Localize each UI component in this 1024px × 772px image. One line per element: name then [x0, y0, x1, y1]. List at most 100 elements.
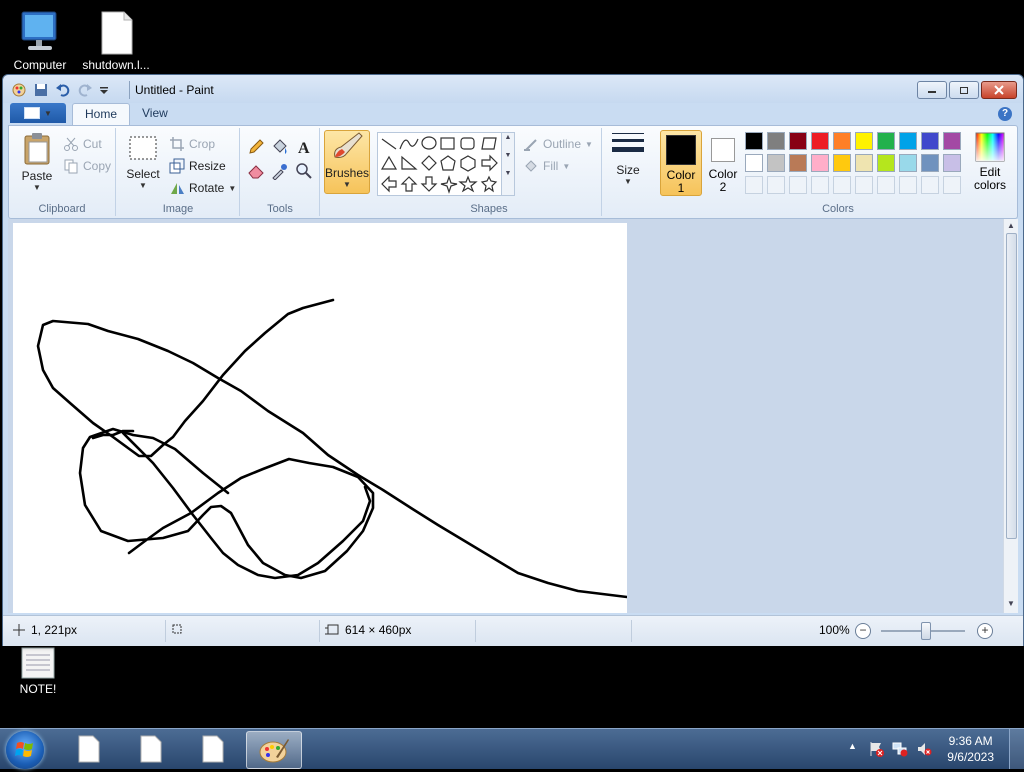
shapes-gallery-scroll[interactable]: ▲ ▼ ▼ — [501, 132, 515, 196]
palette-color[interactable] — [833, 154, 851, 172]
palette-color[interactable] — [899, 154, 917, 172]
action-center-flag-icon[interactable] — [868, 741, 884, 757]
canvas-workspace[interactable] — [8, 219, 1003, 613]
size-button[interactable]: Size ▼ — [607, 130, 649, 192]
customize-qat-icon[interactable] — [99, 82, 109, 98]
palette-color[interactable] — [877, 154, 895, 172]
edit-colors-button[interactable]: Edit colors — [969, 130, 1011, 194]
palette-custom-slot[interactable] — [921, 176, 939, 194]
palette-color[interactable] — [877, 132, 895, 150]
cursor-position-value: 1, 221px — [31, 623, 78, 637]
title-bar[interactable]: Untitled - Paint — [3, 75, 1023, 103]
palette-color[interactable] — [943, 132, 961, 150]
scroll-up-icon[interactable]: ▲ — [1007, 221, 1015, 230]
close-icon — [994, 85, 1004, 95]
fill-button[interactable]: Fill ▼ — [523, 156, 570, 176]
zoom-in-button[interactable]: + — [977, 623, 993, 639]
zoom-slider-thumb[interactable] — [921, 622, 931, 640]
tab-view[interactable]: View — [130, 103, 180, 124]
taskbar-item-file-1[interactable] — [62, 731, 116, 767]
taskbar-item-file-2[interactable] — [124, 731, 178, 767]
outline-button[interactable]: Outline ▼ — [523, 134, 593, 154]
desktop-icon-note[interactable]: NOTE! — [0, 646, 76, 696]
palette-custom-slot[interactable] — [877, 176, 895, 194]
palette-color[interactable] — [899, 132, 917, 150]
palette-color[interactable] — [745, 154, 763, 172]
help-icon[interactable]: ? — [998, 107, 1012, 121]
close-button[interactable] — [981, 81, 1017, 99]
color-1-button[interactable]: Color 1 — [660, 130, 702, 196]
palette-color[interactable] — [855, 154, 873, 172]
zoom-out-button[interactable]: − — [855, 623, 871, 639]
fill-label: Fill — [543, 159, 559, 173]
magnifier-icon[interactable] — [295, 162, 313, 180]
palette-color[interactable] — [811, 154, 829, 172]
palette-color[interactable] — [943, 154, 961, 172]
palette-custom-slot[interactable] — [855, 176, 873, 194]
palette-custom-slot[interactable] — [767, 176, 785, 194]
taskbar-item-paint[interactable] — [246, 731, 302, 769]
vertical-scrollbar[interactable]: ▲ ▼ — [1003, 219, 1018, 613]
resize-button[interactable]: Resize — [169, 156, 226, 176]
copy-button[interactable]: Copy — [63, 156, 111, 176]
drawing-canvas[interactable] — [13, 223, 627, 613]
palette-color[interactable] — [833, 132, 851, 150]
palette-color[interactable] — [767, 154, 785, 172]
crop-button[interactable]: Crop — [169, 134, 215, 154]
palette-custom-slot[interactable] — [745, 176, 763, 194]
scissors-icon — [64, 137, 78, 151]
restore-button[interactable] — [949, 81, 979, 99]
desktop-icon-computer[interactable]: Computer — [2, 8, 78, 72]
paint-app-icon[interactable] — [11, 82, 27, 98]
file-icon — [140, 735, 162, 763]
taskbar-item-file-3[interactable] — [186, 731, 240, 767]
scrollbar-thumb[interactable] — [1006, 233, 1017, 539]
paste-button[interactable]: Paste ▼ — [15, 132, 59, 192]
select-button[interactable]: Select ▼ — [123, 132, 163, 190]
image-group-label: Image — [162, 203, 194, 215]
palette-color[interactable] — [745, 132, 763, 150]
chevron-down-icon: ▼ — [33, 183, 41, 192]
color-picker-icon[interactable] — [271, 162, 289, 180]
palette-color[interactable] — [767, 132, 785, 150]
text-icon[interactable]: A — [295, 138, 313, 156]
palette-color[interactable] — [921, 132, 939, 150]
save-icon[interactable] — [33, 82, 49, 98]
minimize-button[interactable] — [917, 81, 947, 99]
color-2-button[interactable]: Color 2 — [703, 130, 743, 194]
palette-custom-slot[interactable] — [811, 176, 829, 194]
paint-palette-icon — [259, 739, 289, 763]
title-separator — [129, 81, 130, 99]
scroll-down-icon[interactable]: ▼ — [1007, 599, 1015, 608]
start-button[interactable] — [6, 731, 44, 769]
palette-custom-slot[interactable] — [943, 176, 961, 194]
network-icon[interactable] — [892, 741, 908, 757]
paint-menu-button[interactable]: ▼ — [10, 103, 66, 123]
show-hidden-icons-icon[interactable]: ▲ — [848, 741, 857, 751]
desktop-icon-shutdown-file[interactable]: shutdown.l... — [78, 8, 154, 72]
show-desktop-button[interactable] — [1009, 729, 1024, 769]
redo-icon[interactable] — [77, 82, 93, 98]
palette-color[interactable] — [789, 154, 807, 172]
palette-custom-slot[interactable] — [899, 176, 917, 194]
cut-button[interactable]: Cut — [63, 134, 102, 154]
palette-color[interactable] — [789, 132, 807, 150]
eraser-icon[interactable] — [247, 162, 265, 180]
fill-bucket-icon[interactable] — [271, 138, 289, 156]
rotate-button[interactable]: Rotate ▼ — [169, 178, 236, 198]
palette-custom-slot[interactable] — [833, 176, 851, 194]
palette-color[interactable] — [921, 154, 939, 172]
palette-color[interactable] — [855, 132, 873, 150]
tab-home[interactable]: Home — [72, 103, 131, 125]
palette-custom-slot[interactable] — [789, 176, 807, 194]
palette-color[interactable] — [811, 132, 829, 150]
undo-icon[interactable] — [55, 82, 71, 98]
image-size-value: 614 × 460px — [345, 623, 412, 637]
volume-muted-icon[interactable] — [916, 741, 932, 757]
file-icon — [101, 11, 133, 55]
select-label: Select — [126, 167, 160, 181]
desktop-icon-label: Computer — [13, 58, 67, 72]
pencil-icon[interactable] — [247, 138, 265, 156]
clock[interactable]: 9:36 AM 9/6/2023 — [947, 733, 994, 765]
brushes-button[interactable]: Brushes ▼ — [324, 130, 370, 194]
